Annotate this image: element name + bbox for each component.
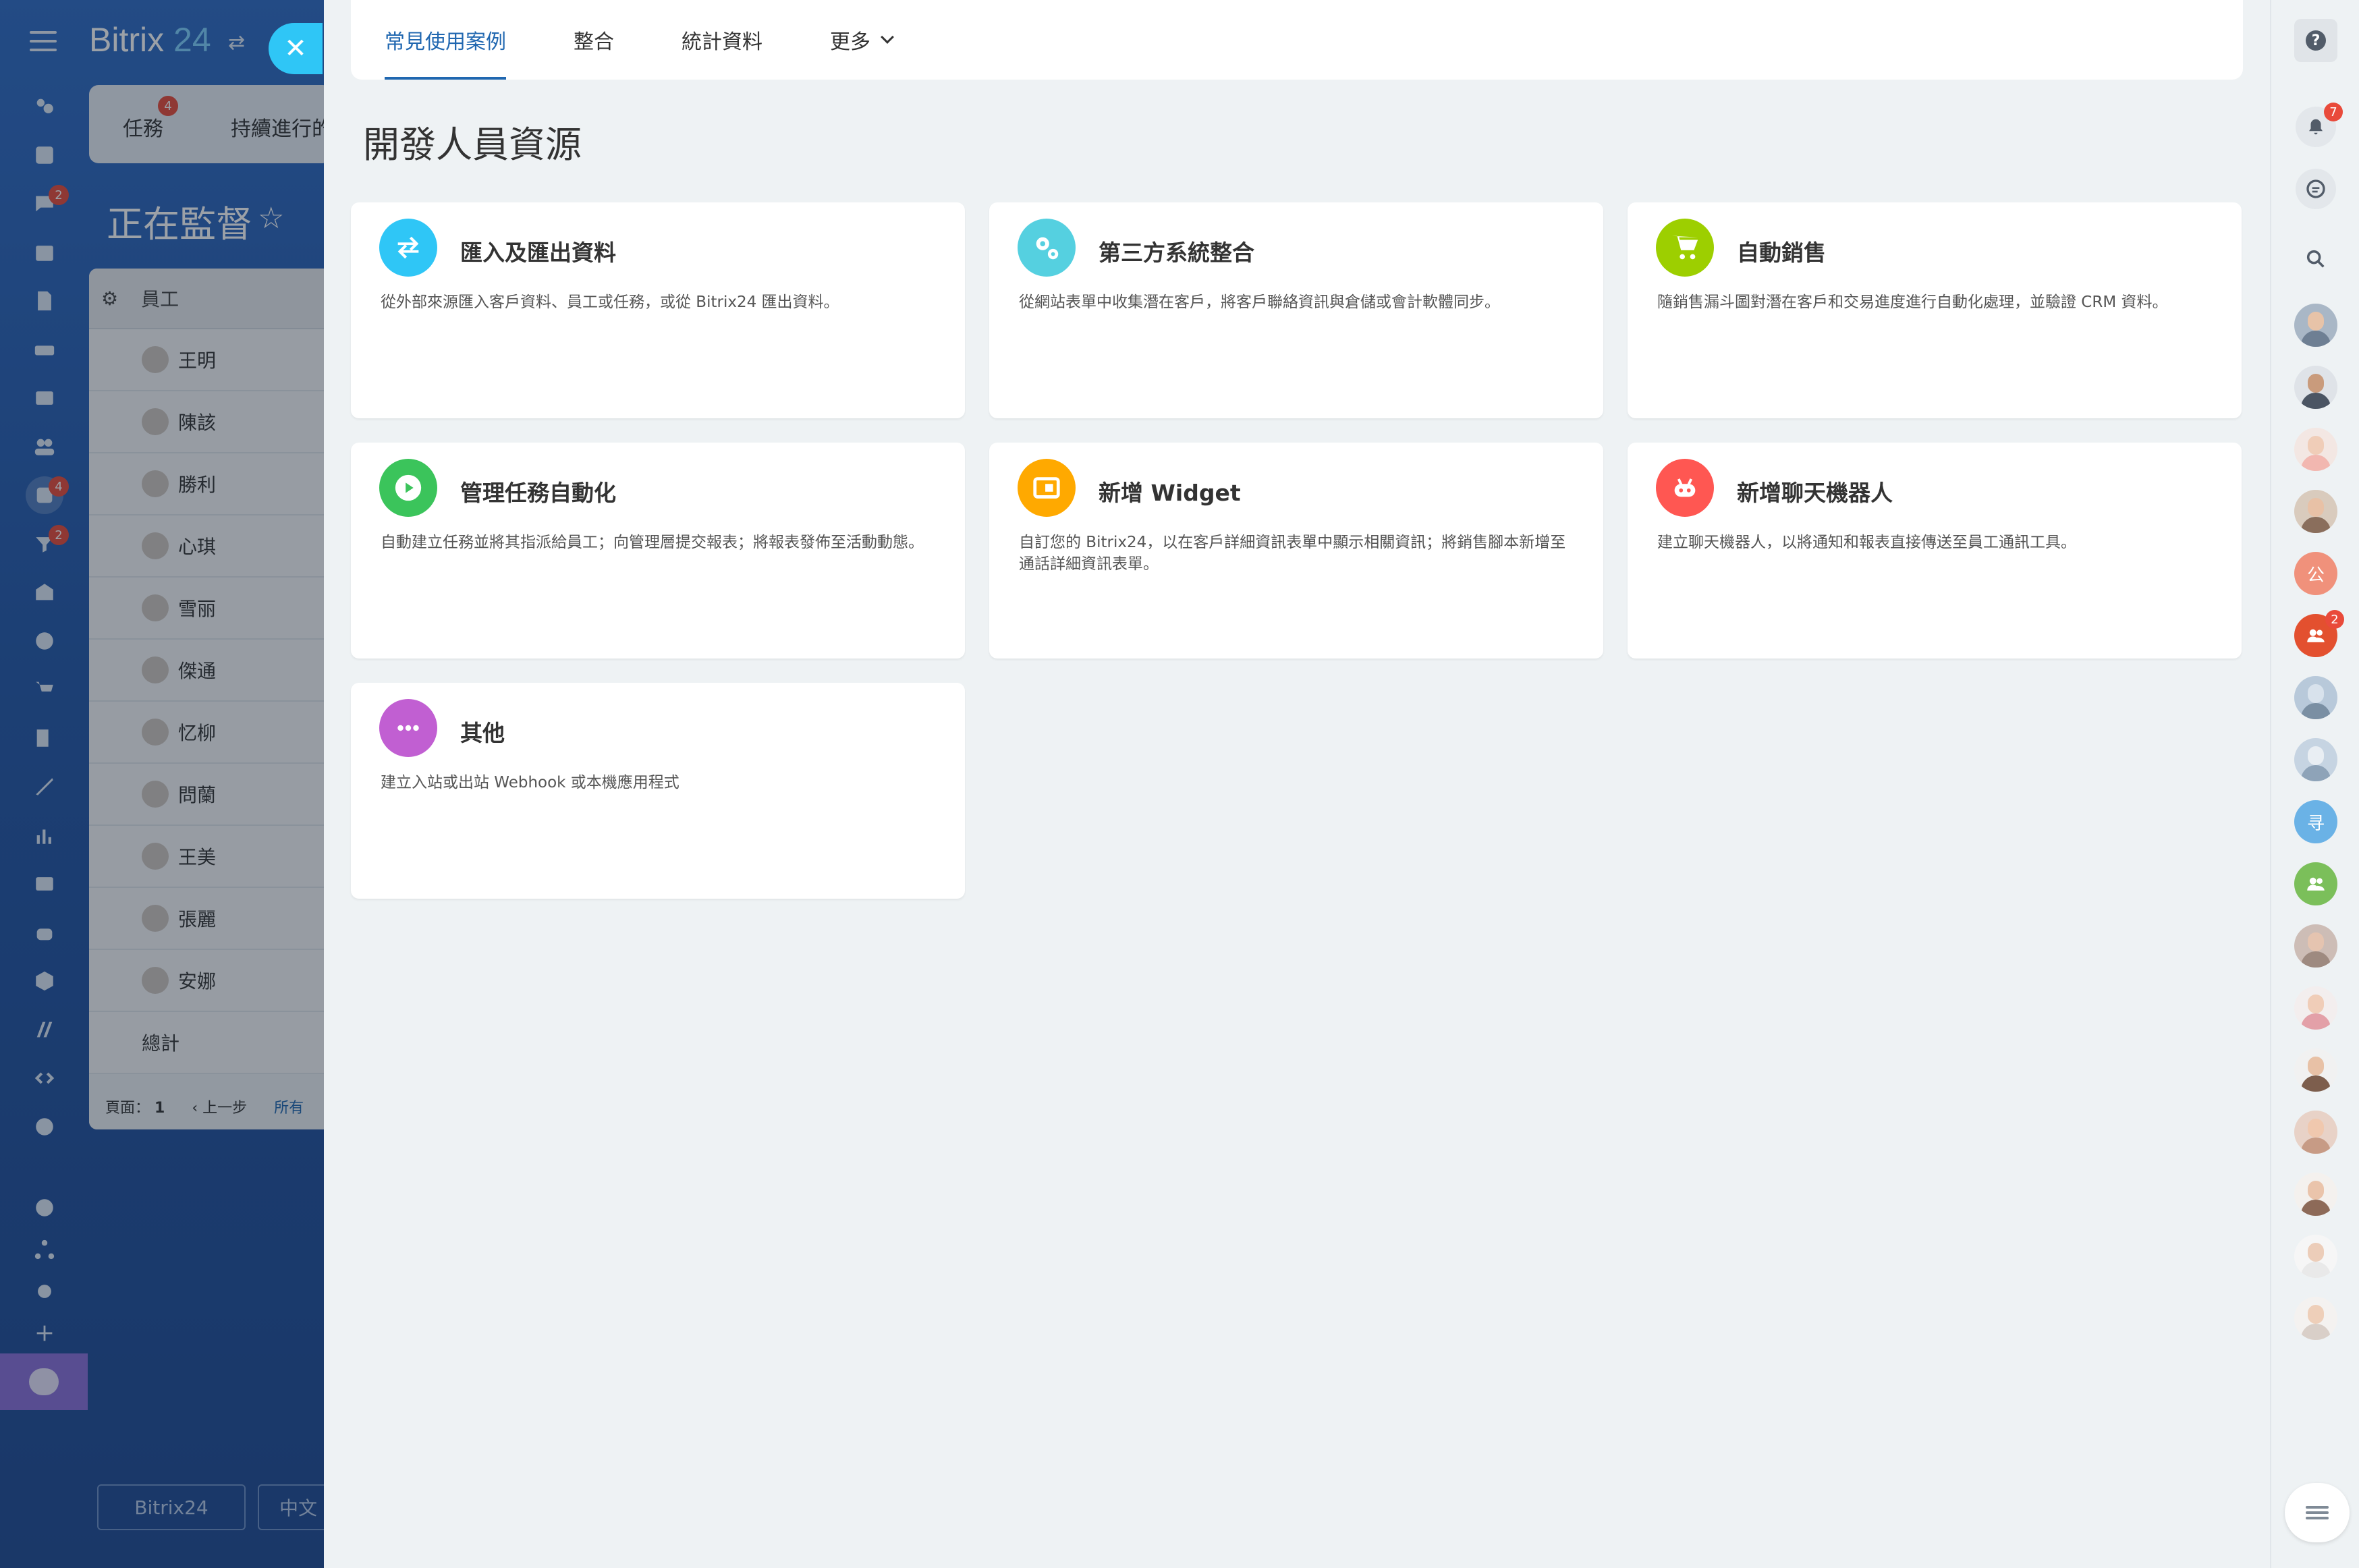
card-sales-automation[interactable]: 自動銷售 隨銷售漏斗圖對潛在客戶和交易進度進行自動化處理，並驗證 CRM 資料。 <box>1628 202 2242 418</box>
close-icon: ✕ <box>284 33 307 64</box>
widget-icon <box>1018 459 1076 517</box>
avatar[interactable] <box>2294 1048 2337 1092</box>
gears-icon <box>1018 219 1076 277</box>
search-button[interactable] <box>2296 239 2336 279</box>
avatar-initial[interactable]: 公 <box>2294 552 2337 595</box>
card-description: 自訂您的 Bitrix24，以在客戶詳細資訊表單中顯示相關資訊；將銷售腳本新增至… <box>1019 534 1566 573</box>
notifications-badge: 7 <box>2324 103 2343 121</box>
top-navigation: 常見使用案例 整合 統計資料 更多 <box>351 0 2243 80</box>
card-other[interactable]: 其他 建立入站或出站 Webhook 或本機應用程式 <box>351 683 965 899</box>
page-title: 開發人員資源 <box>363 125 582 165</box>
group-icon <box>2307 629 2325 642</box>
right-rail: ? 7 公 2 寻 <box>2270 0 2359 1568</box>
card-task-automation[interactable]: 管理任務自動化 自動建立任務並將其指派給員工；向管理層提交報表；將報表發佈至活動… <box>351 443 965 659</box>
card-title: 新增聊天機器人 <box>1737 480 1893 506</box>
avatar[interactable] <box>2294 738 2337 781</box>
avatar[interactable] <box>2294 1297 2337 1340</box>
list-icon <box>2306 1503 2329 1522</box>
card-add-widget[interactable]: 新增 Widget 自訂您的 Bitrix24，以在客戶詳細資訊表單中顯示相關資… <box>989 443 1603 659</box>
avatar[interactable] <box>2294 676 2337 719</box>
chevron-down-icon <box>881 30 894 44</box>
card-description: 從網站表單中收集潛在客戶，將客戶聯絡資訊與倉儲或會計軟體同步。 <box>1019 293 1500 311</box>
avatar-initial[interactable]: 寻 <box>2294 800 2337 843</box>
card-third-party-integration[interactable]: 第三方系統整合 從網站表單中收集潛在客戶，將客戶聯絡資訊與倉儲或會計軟體同步。 <box>989 202 1603 418</box>
tab-statistics[interactable]: 統計資料 <box>682 0 762 80</box>
tab-common-use-cases[interactable]: 常見使用案例 <box>385 0 506 80</box>
card-title: 自動銷售 <box>1737 240 1826 266</box>
group-icon <box>2307 877 2325 891</box>
card-title: 第三方系統整合 <box>1099 240 1254 266</box>
card-title: 其他 <box>460 720 505 746</box>
avatar[interactable] <box>2294 1111 2337 1154</box>
card-description: 建立入站或出站 Webhook 或本機應用程式 <box>381 774 679 791</box>
avatar[interactable] <box>2294 490 2337 533</box>
card-title: 管理任務自動化 <box>460 480 616 506</box>
card-description: 建立聊天機器人，以將通知和報表直接傳送至員工通訊工具。 <box>1657 534 2076 551</box>
messenger-button[interactable] <box>2296 169 2336 209</box>
play-icon <box>379 459 437 517</box>
tab-more[interactable]: 更多 <box>830 0 894 80</box>
card-title: 匯入及匯出資料 <box>460 240 616 266</box>
help-icon: ? <box>2306 30 2326 51</box>
group-chat-button[interactable]: 2 <box>2294 610 2344 657</box>
dots-icon <box>379 699 437 757</box>
avatar[interactable] <box>2294 1235 2337 1278</box>
card-description: 自動建立任務並將其指派給員工；向管理層提交報表；將報表發佈至活動動態。 <box>381 534 924 551</box>
tab-integrations[interactable]: 整合 <box>574 0 614 80</box>
avatar[interactable] <box>2294 924 2337 968</box>
avatar[interactable] <box>2294 366 2337 409</box>
group-badge: 2 <box>2325 610 2344 629</box>
swap-arrows-icon <box>379 219 437 277</box>
cart-icon <box>1656 219 1714 277</box>
avatar[interactable] <box>2294 304 2337 347</box>
bell-icon <box>2309 119 2323 135</box>
card-add-chatbot[interactable]: 新增聊天機器人 建立聊天機器人，以將通知和報表直接傳送至員工通訊工具。 <box>1628 443 2242 659</box>
avatar[interactable] <box>2294 1173 2337 1216</box>
robot-icon <box>1656 459 1714 517</box>
card-description: 隨銷售漏斗圖對潛在客戶和交易進度進行自動化處理，並驗證 CRM 資料。 <box>1657 293 2168 311</box>
avatar[interactable] <box>2294 428 2337 471</box>
card-title: 新增 Widget <box>1099 480 1241 506</box>
card-import-export[interactable]: 匯入及匯出資料 從外部來源匯入客戶資料、員工或任務，或從 Bitrix24 匯出… <box>351 202 965 418</box>
search-icon <box>2306 250 2325 268</box>
developer-resources-slider: 常見使用案例 整合 統計資料 更多 開發人員資源 匯入及匯出資料 從外部來源匯入… <box>324 0 2270 1568</box>
notifications-button[interactable]: 7 <box>2296 103 2343 147</box>
group-avatar[interactable] <box>2294 862 2337 905</box>
messenger-icon <box>2306 179 2325 198</box>
open-list-button[interactable] <box>2285 1483 2350 1542</box>
card-description: 從外部來源匯入客戶資料、員工或任務，或從 Bitrix24 匯出資料。 <box>381 293 839 311</box>
avatar[interactable] <box>2294 986 2337 1030</box>
close-slider-button[interactable]: ✕ <box>269 23 323 74</box>
help-button[interactable]: ? <box>2294 19 2337 62</box>
